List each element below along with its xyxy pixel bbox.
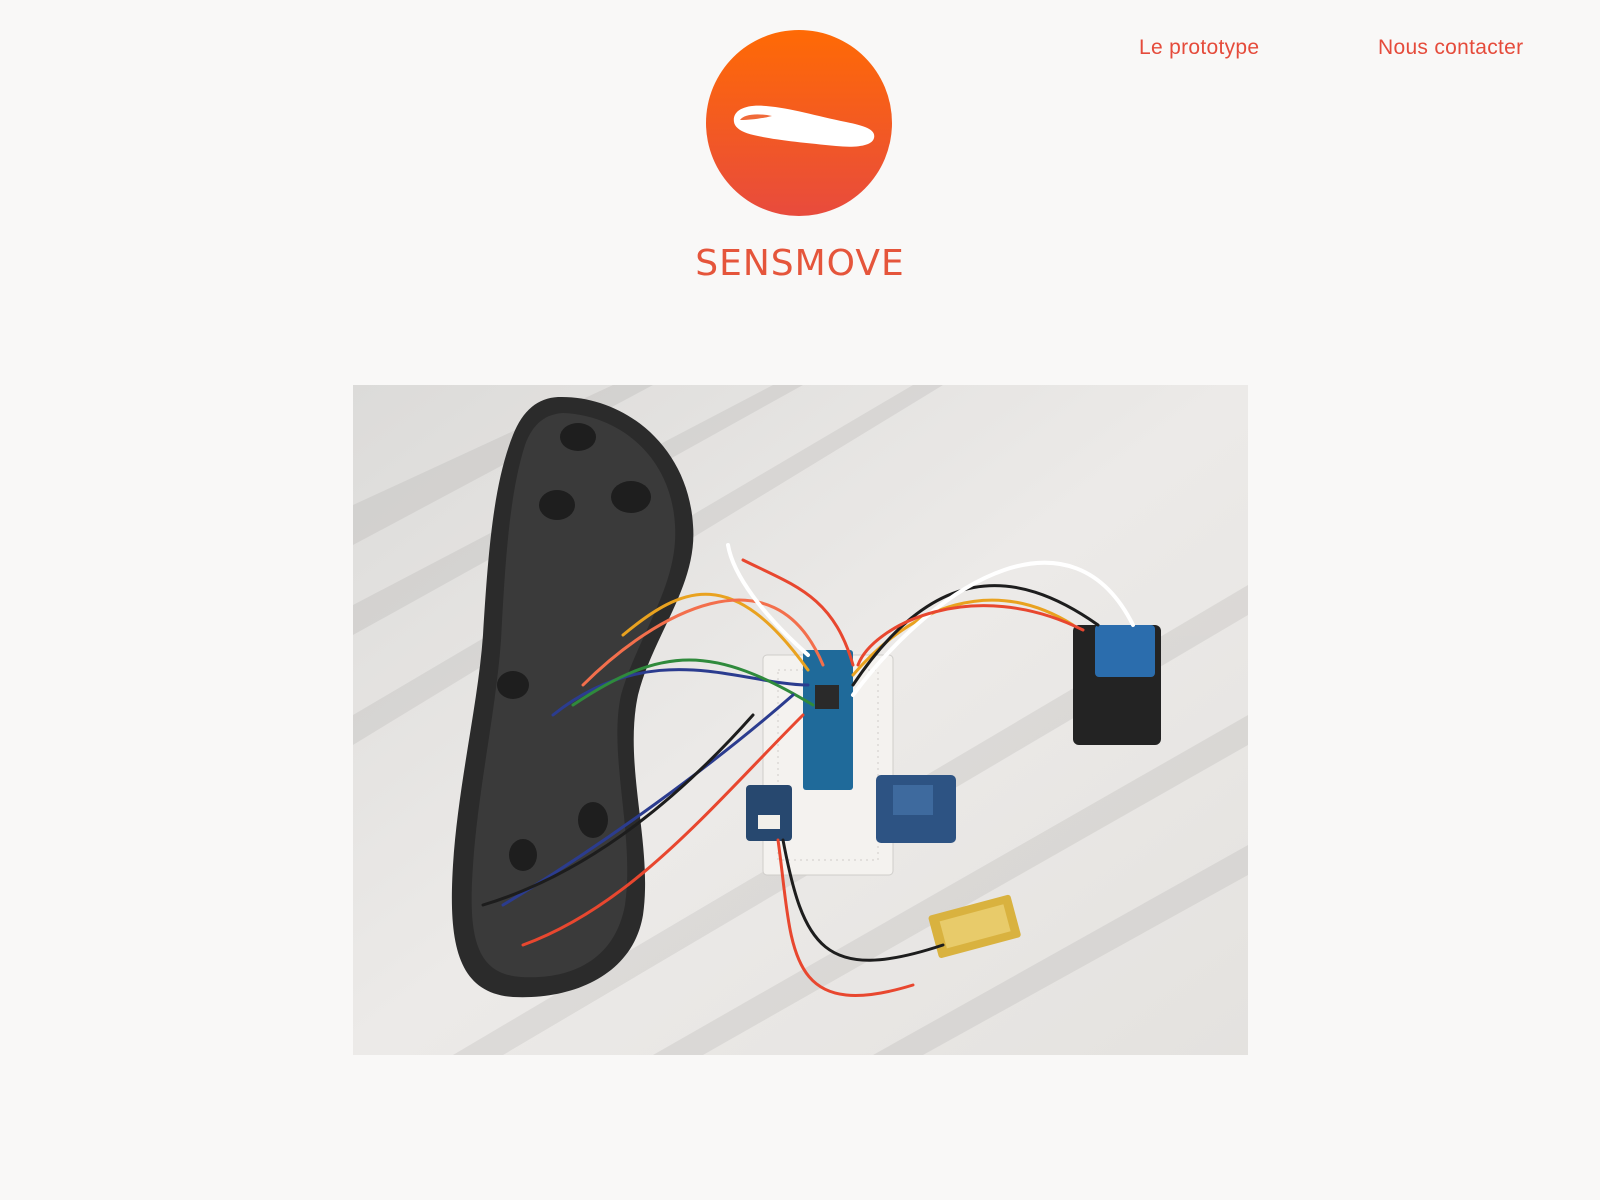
insole-logo-icon[interactable] xyxy=(706,30,892,216)
nav-link-prototype[interactable]: Le prototype xyxy=(1139,36,1259,60)
prototype-photo xyxy=(353,385,1248,1055)
brand-name: SENSMOVE xyxy=(695,243,905,284)
nav-link-contact[interactable]: Nous contacter xyxy=(1378,36,1523,60)
